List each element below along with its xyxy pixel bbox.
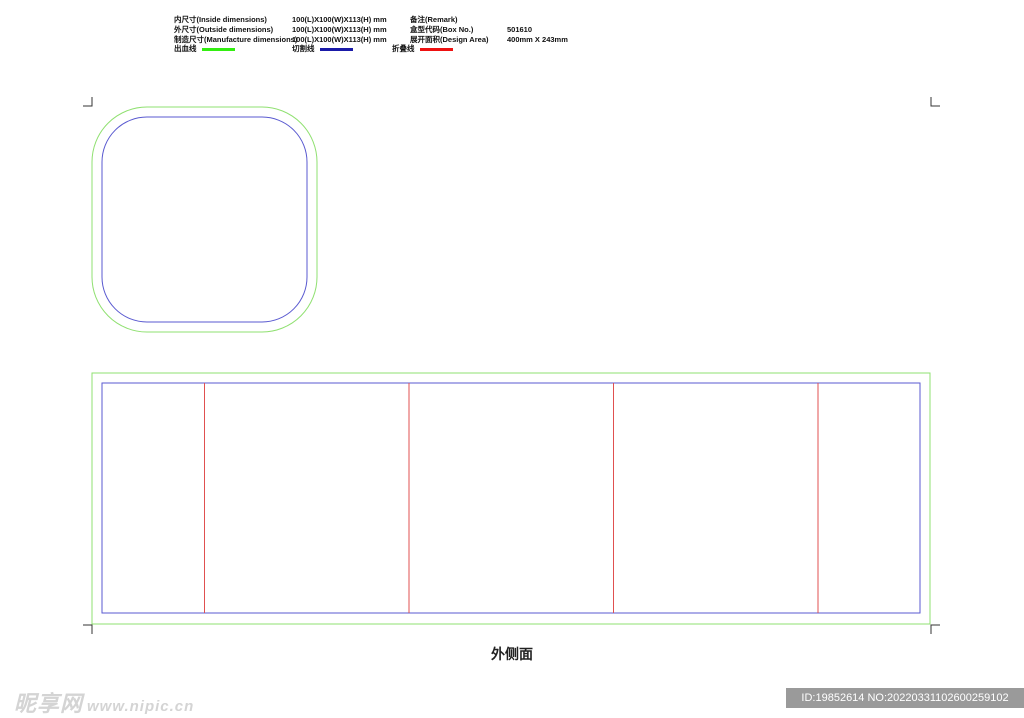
watermark-site-name: 昵享网 <box>14 691 84 716</box>
lid-cut-line <box>101 116 308 323</box>
crop-mark-top-right <box>930 97 940 107</box>
crop-mark-bottom-right <box>930 624 940 634</box>
watermark-logo: 昵享网 www.nipic.cn <box>14 686 194 718</box>
lid-panel <box>91 106 318 333</box>
lid-bleed-line <box>91 106 318 333</box>
side-panel-caption: 外侧面 <box>491 646 533 662</box>
side-panel <box>91 372 931 625</box>
watermark-url: www.nipic.cn <box>87 698 195 715</box>
crop-marks <box>83 97 940 634</box>
watermark-id-badge: ID:19852614 NO:20220331102600259102 <box>786 688 1024 708</box>
side-cut-line <box>101 382 921 614</box>
crop-mark-bottom-left <box>83 624 93 634</box>
side-bleed-line <box>91 372 931 625</box>
dieline-drawing <box>83 97 940 634</box>
crop-mark-top-left <box>83 97 93 107</box>
